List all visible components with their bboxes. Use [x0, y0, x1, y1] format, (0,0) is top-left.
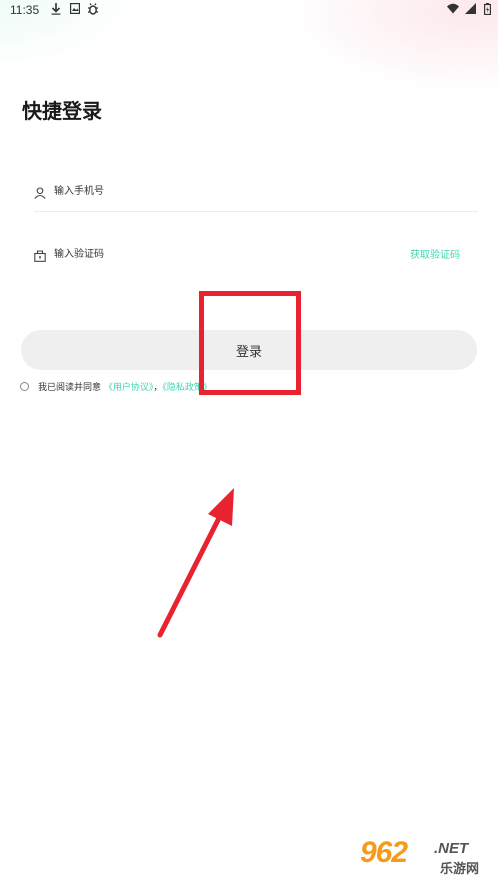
signal-icon [464, 3, 476, 17]
code-field-row: 获取验证码 [34, 235, 478, 275]
user-agreement-link[interactable]: 《用户协议》 [104, 383, 154, 393]
battery-icon [481, 3, 493, 17]
status-bar: 11:35 [0, 0, 498, 22]
watermark: 962 .NET 乐游网 [360, 836, 496, 882]
status-time: 11:35 [10, 3, 40, 17]
user-icon [34, 184, 46, 199]
page-title: 快捷登录 [22, 99, 102, 123]
wifi-icon [447, 3, 459, 17]
phone-field-row [34, 172, 478, 212]
code-input[interactable] [54, 243, 384, 265]
lock-icon [34, 247, 46, 262]
photo-icon [69, 2, 81, 17]
agreement-prefix: 我已阅读并同意 [38, 383, 102, 393]
download-icon [50, 3, 62, 17]
agreement-radio[interactable] [20, 382, 29, 391]
bug-icon [87, 3, 99, 17]
agreement-text: 我已阅读并同意 《用户协议》，《隐私政策》 [38, 380, 212, 393]
watermark-sub: 乐游网 [440, 862, 480, 877]
annotation-highlight-box [199, 291, 301, 395]
watermark-logo: 962 [360, 836, 408, 869]
annotation-arrow-icon [157, 488, 234, 638]
get-code-button[interactable]: 获取验证码 [410, 246, 460, 261]
phone-input[interactable] [54, 180, 384, 202]
watermark-suffix: .NET [434, 840, 469, 857]
